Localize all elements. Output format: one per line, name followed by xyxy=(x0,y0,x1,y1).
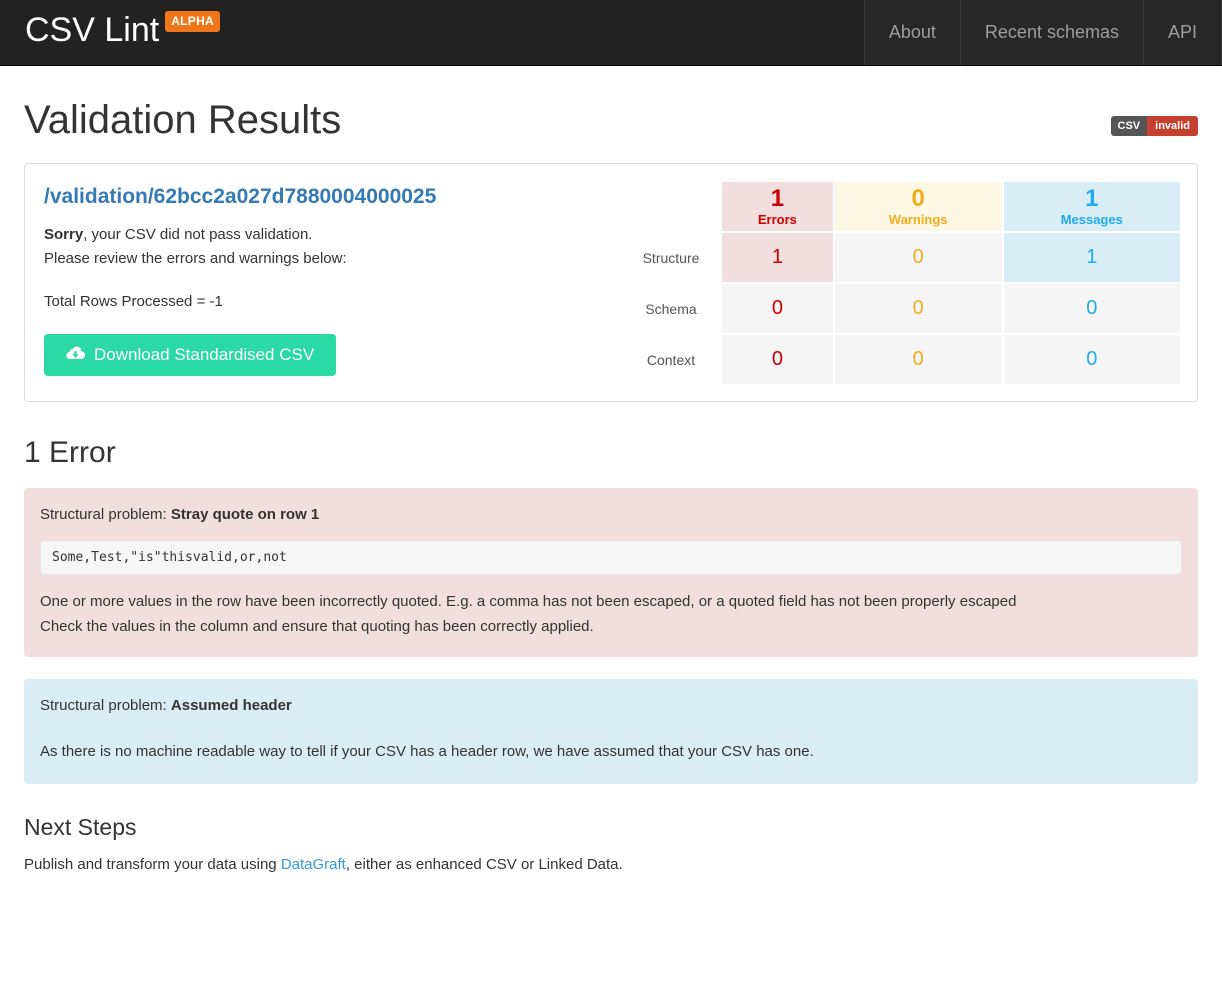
summary-row-label-schema: Schema xyxy=(645,300,697,317)
info-alert-prefix: Structural problem: xyxy=(40,697,171,714)
summary-cell-context-messages: 0 xyxy=(1003,335,1180,384)
download-button-label: Download Standardised CSV xyxy=(94,345,315,364)
error-alert-description: One or more values in the row have been … xyxy=(40,589,1182,639)
error-alert-description-line1: One or more values in the row have been … xyxy=(40,593,1017,610)
summary-cell-schema-errors: 0 xyxy=(722,284,833,333)
brand-logo[interactable]: CSV Lint ALPHA xyxy=(0,0,221,65)
navbar-links: About Recent schemas API xyxy=(863,0,1222,65)
error-alert-prefix: Structural problem: xyxy=(40,506,171,523)
summary-cell-context-warnings: 0 xyxy=(834,335,1002,384)
summary-header-errors-count: 1 xyxy=(770,184,785,212)
errors-section-title: 1 Error xyxy=(24,436,116,469)
summary-cell-structure-warnings: 0 xyxy=(834,233,1002,282)
status-badge-label: CSV xyxy=(1110,116,1148,136)
summary-cell-schema-warnings: 0 xyxy=(834,284,1002,333)
status-badge-value: invalid xyxy=(1147,116,1198,136)
table-row: Schema 0 0 0 xyxy=(622,284,1180,333)
summary-rest-text: , your CSV did not pass validation. xyxy=(83,226,313,243)
status-badge: CSV invalid xyxy=(1110,116,1198,136)
error-alert-description-line2: Check the values in the column and ensur… xyxy=(40,618,594,635)
validation-summary-line1: Sorry, your CSV did not pass validation. xyxy=(44,223,620,247)
error-alert-heading: Structural problem: Stray quote on row 1 xyxy=(40,504,1182,526)
validation-result-panel: /validation/62bcc2a027d7880004000025 Sor… xyxy=(24,163,1198,402)
summary-header-messages: 1 Messages xyxy=(1003,182,1180,231)
page-container: Validation Results CSV invalid /validati… xyxy=(0,66,1222,877)
table-row: Context 0 0 0 xyxy=(622,335,1180,384)
brand-name: CSV Lint xyxy=(25,11,160,49)
next-steps-text: Publish and transform your data using Da… xyxy=(24,853,1198,877)
error-alert-name: Stray quote on row 1 xyxy=(170,506,320,523)
nav-link-api[interactable]: API xyxy=(1142,0,1222,65)
validation-url-link[interactable]: /validation/62bcc2a027d7880004000025 xyxy=(44,185,620,209)
info-alert-assumed-header: Structural problem: Assumed header As th… xyxy=(24,679,1198,784)
summary-table-head: 1 Errors 0 Warnings 1 Messages xyxy=(622,182,1180,231)
alpha-badge: ALPHA xyxy=(165,11,221,32)
summary-cell-structure-messages: 1 xyxy=(1003,233,1180,282)
summary-table-body: Structure 1 0 1 Schema 0 0 0 Context 0 0… xyxy=(622,233,1180,384)
summary-cell-structure-errors: 1 xyxy=(722,233,833,282)
summary-row-label-structure: Structure xyxy=(642,249,700,266)
info-alert-description: As there is no machine readable way to t… xyxy=(40,743,814,760)
validation-summary-line2: Please review the errors and warnings be… xyxy=(44,250,347,267)
total-rows-processed: Total Rows Processed = -1 xyxy=(44,293,223,310)
error-alert-stray-quote: Structural problem: Stray quote on row 1… xyxy=(24,488,1198,657)
nav-link-about[interactable]: About xyxy=(863,0,960,65)
summary-table-column: 1 Errors 0 Warnings 1 Messages Structure… xyxy=(620,179,1182,386)
info-alert-heading: Structural problem: Assumed header xyxy=(40,695,1182,717)
summary-header-errors-label: Errors xyxy=(757,211,797,227)
cloud-download-icon xyxy=(66,345,85,365)
next-steps-text-after: , either as enhanced CSV or Linked Data. xyxy=(345,856,623,873)
datagraft-link[interactable]: DataGraft xyxy=(281,856,346,873)
summary-cell-schema-messages: 0 xyxy=(1003,284,1180,333)
page-title: Validation Results xyxy=(24,98,342,142)
page-header: Validation Results CSV invalid xyxy=(12,66,1210,142)
info-alert-name: Assumed header xyxy=(170,697,292,714)
summary-header-warnings: 0 Warnings xyxy=(834,182,1002,231)
validation-summary-table: 1 Errors 0 Warnings 1 Messages Structure… xyxy=(620,180,1182,386)
summary-row-label-context: Context xyxy=(646,351,696,368)
table-row: Structure 1 0 1 xyxy=(622,233,1180,282)
nav-link-recent-schemas[interactable]: Recent schemas xyxy=(959,0,1143,65)
summary-cell-context-errors: 0 xyxy=(722,335,833,384)
summary-table-corner xyxy=(622,182,720,231)
summary-header-errors: 1 Errors xyxy=(722,182,833,231)
summary-header-messages-label: Messages xyxy=(1060,211,1123,227)
download-standardised-csv-button[interactable]: Download Standardised CSV xyxy=(44,334,337,376)
error-alert-code-snippet: Some,Test,"is"thisvalid,or,not xyxy=(40,540,1182,575)
top-navbar: CSV Lint ALPHA About Recent schemas API xyxy=(0,0,1222,66)
summary-header-messages-count: 1 xyxy=(1085,184,1099,212)
next-steps-text-before: Publish and transform your data using xyxy=(24,856,281,873)
summary-table-header-row: 1 Errors 0 Warnings 1 Messages xyxy=(622,182,1180,231)
next-steps-title: Next Steps xyxy=(24,814,137,840)
summary-sorry-text: Sorry xyxy=(44,226,84,243)
summary-header-warnings-count: 0 xyxy=(911,184,925,212)
summary-header-warnings-label: Warnings xyxy=(888,211,948,227)
result-summary-column: /validation/62bcc2a027d7880004000025 Sor… xyxy=(40,179,620,386)
